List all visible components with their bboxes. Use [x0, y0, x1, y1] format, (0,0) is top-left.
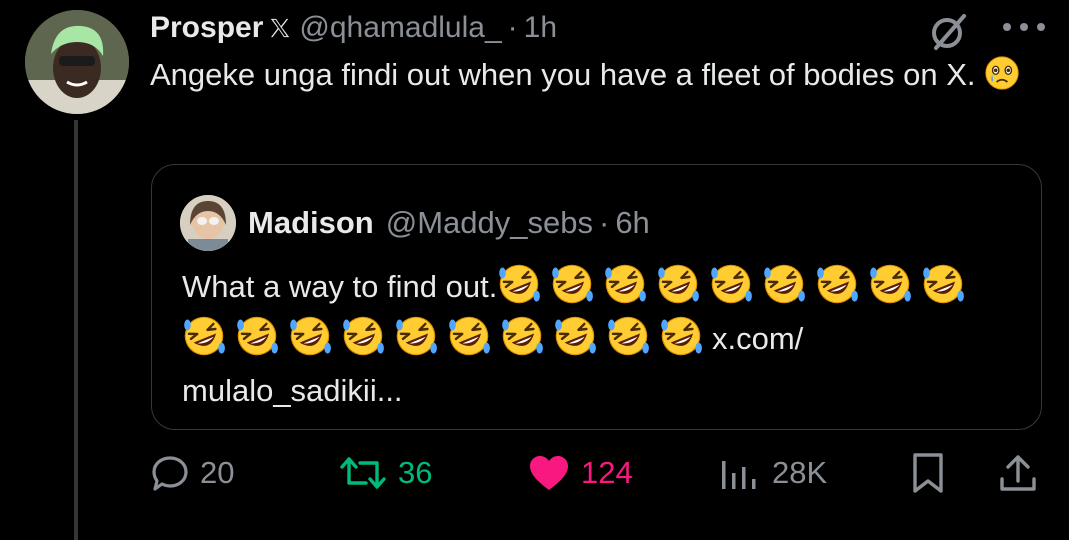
tweet-time[interactable]: 1h	[524, 11, 557, 45]
share-icon	[1000, 455, 1036, 491]
rolling-on-floor-laughing-icon	[603, 262, 647, 306]
views-button[interactable]: 28K	[718, 448, 827, 498]
quoted-author-name[interactable]: Madison	[248, 205, 374, 241]
rolling-on-floor-laughing-icon	[288, 314, 332, 358]
separator-dot: ·	[507, 11, 518, 44]
x-logo-icon	[269, 17, 291, 39]
rolling-on-floor-laughing-icon	[921, 262, 965, 306]
like-count: 124	[581, 455, 633, 490]
rolling-on-floor-laughing-icon	[497, 262, 541, 306]
rolling-on-floor-laughing-icon	[550, 262, 594, 306]
reply-icon	[152, 456, 188, 491]
repost-icon	[340, 457, 386, 489]
grok-icon[interactable]	[928, 12, 968, 52]
reply-count: 20	[200, 455, 235, 490]
quoted-text-content: What a way to find out.	[182, 269, 498, 304]
action-bar: 20 36 124 28K	[0, 448, 1069, 498]
quoted-tweet-text: What a way to find out. x.com/ mulalo_sad…	[182, 261, 1022, 417]
rolling-on-floor-laughing-icon	[182, 314, 226, 358]
like-button[interactable]: 124	[527, 448, 633, 498]
rolling-on-floor-laughing-icon	[341, 314, 385, 358]
author-name[interactable]: Prosper	[150, 11, 263, 45]
quoted-link-continued[interactable]: mulalo_sadikii...	[182, 373, 403, 408]
repost-count: 36	[398, 455, 433, 490]
rolling-on-floor-laughing-icon	[394, 314, 438, 358]
rolling-on-floor-laughing-icon	[656, 262, 700, 306]
quoted-author-handle[interactable]: @Maddy_sebs	[386, 205, 593, 241]
share-button[interactable]	[996, 448, 1040, 498]
reply-button[interactable]: 20	[150, 448, 234, 498]
rolling-on-floor-laughing-icon	[447, 314, 491, 358]
rolling-on-floor-laughing-icon	[815, 262, 859, 306]
views-count: 28K	[772, 455, 828, 490]
quoted-separator-dot: ·	[598, 205, 610, 240]
tweet-text: Angeke unga findi out when you have a fl…	[150, 52, 1050, 98]
bookmark-icon	[913, 453, 943, 493]
face-holding-back-tears-icon	[985, 56, 1019, 90]
rolling-on-floor-laughing-icon	[500, 314, 544, 358]
repost-button[interactable]: 36	[338, 448, 432, 498]
rolling-on-floor-laughing-icon	[709, 262, 753, 306]
rolling-on-floor-laughing-icon	[235, 314, 279, 358]
tweet-text-content: Angeke unga findi out when you have a fl…	[150, 57, 976, 92]
quoted-link[interactable]: x.com/	[712, 321, 803, 356]
tweet-header: Prosper @qhamadlula_ · 1h	[150, 10, 557, 46]
rolling-on-floor-laughing-icon	[553, 314, 597, 358]
views-icon	[722, 461, 756, 489]
author-handle[interactable]: @qhamadlula_	[299, 11, 501, 45]
quoted-tweet[interactable]: Madison @Maddy_sebs · 6h What a way to f…	[151, 164, 1042, 430]
more-options-icon[interactable]	[1000, 20, 1048, 34]
rolling-on-floor-laughing-icon	[868, 262, 912, 306]
rolling-on-floor-laughing-icon	[762, 262, 806, 306]
quoted-author-avatar[interactable]	[180, 195, 236, 251]
author-avatar[interactable]	[25, 10, 129, 114]
heart-filled-icon	[530, 456, 568, 490]
quoted-header: Madison @Maddy_sebs · 6h	[248, 203, 650, 243]
rolling-on-floor-laughing-icon	[659, 314, 703, 358]
quoted-tweet-time[interactable]: 6h	[615, 205, 649, 241]
rolling-on-floor-laughing-icon	[606, 314, 650, 358]
bookmark-button[interactable]	[908, 448, 948, 498]
